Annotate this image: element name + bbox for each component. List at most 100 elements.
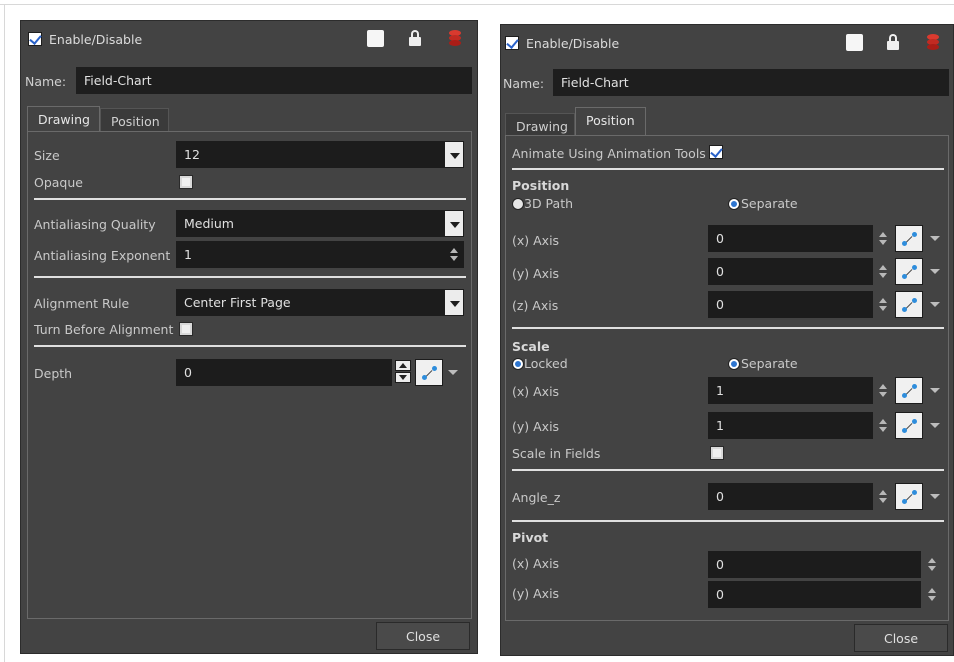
depth-field[interactable]: 0 — [176, 359, 392, 386]
pos-x-field[interactable]: 0 — [708, 225, 873, 252]
spin-arrows-icon[interactable] — [878, 232, 888, 246]
panel-header: Enable/Disable — [501, 25, 953, 63]
name-row: Name: Field-Chart — [21, 67, 477, 95]
scale-in-fields-checkbox[interactable] — [710, 446, 724, 460]
turn-before-alignment-checkbox[interactable] — [179, 322, 193, 336]
frame-border-left — [4, 4, 5, 662]
depth-spinbox-icon[interactable] — [395, 360, 411, 384]
separator — [34, 276, 466, 278]
function-curve-icon[interactable] — [895, 412, 923, 439]
spin-arrows-icon[interactable] — [878, 384, 888, 398]
separator — [512, 168, 944, 170]
pos-z-label: (z) Axis — [512, 298, 559, 313]
scale-separate-radio[interactable] — [728, 358, 740, 370]
chevron-down-icon[interactable] — [444, 141, 464, 168]
drawing-tab-content: Size 12 Opaque Antialiasing Quality Medi… — [27, 131, 472, 619]
animate-label: Animate Using Animation Tools — [512, 146, 706, 161]
pos-y-field[interactable]: 0 — [708, 258, 873, 285]
function-curve-icon[interactable] — [895, 483, 923, 510]
layer-properties-panel-position: Enable/Disable Name: Field-Chart Drawing… — [500, 24, 954, 656]
chevron-down-icon[interactable] — [448, 370, 458, 378]
color-swatch-icon[interactable] — [367, 30, 384, 47]
pivot-y-field[interactable]: 0 — [708, 581, 921, 608]
layer-properties-panel-drawing: Enable/Disable Name: Field-Chart Drawing… — [20, 20, 478, 654]
spin-arrows-icon[interactable] — [878, 298, 888, 312]
panel-header: Enable/Disable — [21, 21, 477, 59]
scale-section-title: Scale — [512, 339, 550, 354]
aa-exponent-field[interactable]: 1 — [176, 241, 464, 268]
enable-checkbox[interactable] — [505, 36, 519, 50]
size-dropdown[interactable]: 12 — [176, 141, 444, 168]
chevron-down-icon[interactable] — [444, 289, 464, 316]
position-tab-content: Animate Using Animation Tools Position 3… — [505, 135, 949, 621]
locked-radio[interactable] — [512, 358, 524, 370]
close-button[interactable]: Close — [854, 624, 948, 652]
chevron-down-icon[interactable] — [444, 210, 464, 237]
close-button[interactable]: Close — [376, 622, 470, 650]
scale-x-field[interactable]: 1 — [708, 377, 873, 404]
chevron-down-icon[interactable] — [930, 302, 940, 310]
chevron-down-icon[interactable] — [930, 236, 940, 244]
spin-arrows-icon[interactable] — [878, 265, 888, 279]
opaque-label: Opaque — [34, 175, 83, 190]
spin-arrows-icon[interactable] — [927, 558, 937, 572]
spin-arrows-icon[interactable] — [878, 419, 888, 433]
animate-checkbox[interactable] — [709, 145, 723, 159]
3d-path-radio[interactable] — [512, 198, 524, 210]
scale-y-label: (y) Axis — [512, 419, 560, 434]
lock-icon[interactable] — [887, 34, 899, 50]
pivot-y-label: (y) Axis — [512, 586, 560, 601]
tab-position[interactable]: Position — [100, 108, 169, 131]
function-curve-icon[interactable] — [895, 377, 923, 404]
depth-label: Depth — [34, 366, 73, 381]
chevron-down-icon[interactable] — [930, 423, 940, 431]
function-curve-icon[interactable] — [415, 359, 443, 386]
separator — [512, 520, 944, 522]
enable-checkbox[interactable] — [28, 32, 42, 46]
aa-quality-dropdown[interactable]: Medium — [176, 210, 444, 237]
name-label: Name: — [25, 74, 67, 89]
function-curve-icon[interactable] — [895, 291, 923, 318]
pos-x-label: (x) Axis — [512, 233, 560, 248]
opaque-checkbox[interactable] — [179, 175, 193, 189]
separate-radio[interactable] — [728, 198, 740, 210]
tab-position[interactable]: Position — [575, 107, 646, 136]
scale-separate-label: Separate — [741, 356, 798, 371]
spin-arrows-icon[interactable] — [449, 248, 459, 262]
turn-before-alignment-label: Turn Before Alignment — [34, 322, 174, 337]
name-row: Name: Field-Chart — [501, 69, 953, 97]
aa-quality-label: Antialiasing Quality — [34, 217, 156, 232]
tab-drawing[interactable]: Drawing — [505, 113, 575, 136]
lock-icon[interactable] — [409, 30, 421, 46]
layer-stack-icon[interactable] — [449, 30, 461, 46]
color-swatch-icon[interactable] — [846, 34, 863, 51]
angle-z-label: Angle_z — [512, 490, 561, 505]
layer-stack-icon[interactable] — [927, 34, 939, 50]
separate-label: Separate — [741, 196, 798, 211]
chevron-down-icon[interactable] — [930, 269, 940, 277]
spin-arrows-icon[interactable] — [878, 490, 888, 504]
name-input[interactable]: Field-Chart — [553, 69, 949, 96]
pivot-x-field[interactable]: 0 — [708, 551, 921, 578]
angle-z-field[interactable]: 0 — [708, 483, 873, 510]
separator — [512, 469, 944, 471]
pos-y-label: (y) Axis — [512, 266, 560, 281]
tab-drawing[interactable]: Drawing — [27, 106, 100, 131]
pos-z-field[interactable]: 0 — [708, 291, 873, 318]
function-curve-icon[interactable] — [895, 258, 923, 285]
scale-y-field[interactable]: 1 — [708, 412, 873, 439]
name-input[interactable]: Field-Chart — [76, 67, 472, 94]
enable-label: Enable/Disable — [49, 32, 143, 47]
spin-arrows-icon[interactable] — [927, 588, 937, 602]
scale-x-label: (x) Axis — [512, 384, 560, 399]
function-curve-icon[interactable] — [895, 225, 923, 252]
aa-exponent-label: Antialiasing Exponent — [34, 248, 171, 263]
alignment-rule-label: Alignment Rule — [34, 296, 130, 311]
locked-label: Locked — [524, 356, 568, 371]
pivot-section-title: Pivot — [512, 530, 549, 545]
chevron-down-icon[interactable] — [930, 494, 940, 502]
alignment-rule-dropdown[interactable]: Center First Page — [176, 289, 444, 316]
scale-in-fields-label: Scale in Fields — [512, 446, 601, 461]
3d-path-label: 3D Path — [524, 196, 574, 211]
chevron-down-icon[interactable] — [930, 388, 940, 396]
